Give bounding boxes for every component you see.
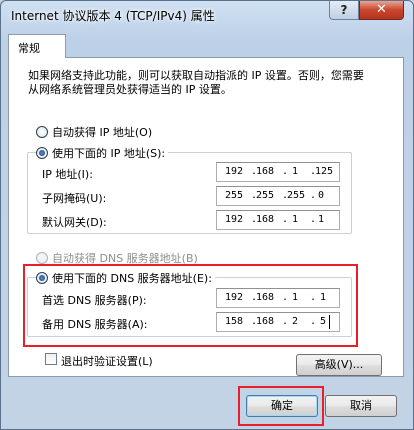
auto-dns-label: 自动获得 DNS 服务器地址(B) (52, 252, 198, 265)
octet-4: 0 (318, 190, 325, 201)
subnet-mask-label: 子网掩码(U): (42, 192, 107, 205)
preferred-dns-input[interactable]: 192 . 168 .1 .1 (216, 288, 340, 308)
octet-3: 1 (292, 292, 299, 303)
octet-4: 5 (320, 316, 327, 327)
octet-2: 255 (256, 190, 275, 201)
text-caret (329, 315, 330, 329)
octet-2: 168 (256, 316, 275, 327)
octet-3: 2 (292, 316, 299, 327)
octet-2: 168 (256, 292, 275, 303)
ip-address-input[interactable]: 192 . 168 .1 . 125 (216, 162, 340, 182)
alternate-dns-input[interactable]: 158 . 168 .2 .5 (216, 312, 340, 332)
octet-2: 168 (256, 166, 275, 177)
auto-dns-option[interactable]: 自动获得 DNS 服务器地址(B) (36, 250, 198, 266)
description-text: 如果网络支持此功能，则可以获取自动指派的 IP 设置。否则，您需要从网络系统管理… (28, 69, 364, 96)
manual-dns-radio[interactable] (36, 272, 48, 284)
octet-1: 192 (225, 214, 244, 225)
octet-3: 255 (287, 190, 306, 201)
default-gateway-label: 默认网关(D): (42, 216, 107, 229)
auto-ip-radio[interactable] (36, 126, 48, 138)
auto-dns-radio[interactable] (36, 252, 48, 264)
octet-3: 1 (292, 166, 299, 177)
octet-1: 192 (225, 292, 244, 303)
ip-address-label: IP 地址(I): (42, 168, 93, 181)
octet-2: 168 (256, 214, 275, 225)
tab-general[interactable]: 常规 (8, 34, 66, 58)
auto-ip-label: 自动获得 IP 地址(O) (52, 126, 153, 139)
subnet-mask-input[interactable]: 255 . 255 . 255 .0 (216, 186, 340, 206)
manual-dns-label: 使用下面的 DNS 服务器地址(E): (52, 272, 212, 285)
octet-1: 192 (225, 166, 244, 177)
help-button[interactable]: ? (329, 1, 359, 20)
octet-4: 125 (315, 166, 334, 177)
validate-checkbox[interactable] (45, 353, 57, 365)
close-icon: ✕ (376, 2, 387, 17)
manual-ip-radio[interactable] (36, 147, 48, 159)
default-gateway-input[interactable]: 192 . 168 .1 .1 (216, 210, 340, 230)
validate-label: 退出时验证设置(L) (61, 355, 153, 368)
help-icon: ? (340, 3, 348, 17)
title-bar[interactable]: Internet 协议版本 4 (TCP/IPv4) 属性 ? ✕ (1, 1, 413, 29)
manual-ip-label: 使用下面的 IP 地址(S): (52, 147, 166, 160)
preferred-dns-label: 首选 DNS 服务器(P): (42, 294, 147, 307)
octet-3: 1 (292, 214, 299, 225)
octet-4: 1 (318, 214, 325, 225)
octet-4: 1 (320, 292, 327, 303)
close-button[interactable]: ✕ (359, 1, 404, 20)
ok-button[interactable]: 确定 (246, 395, 318, 417)
manual-ip-option[interactable]: 使用下面的 IP 地址(S): (36, 145, 169, 161)
manual-dns-option[interactable]: 使用下面的 DNS 服务器地址(E): (36, 270, 215, 286)
octet-1: 158 (225, 316, 244, 327)
auto-ip-option[interactable]: 自动获得 IP 地址(O) (36, 124, 152, 140)
cancel-button[interactable]: 取消 (325, 395, 397, 417)
alternate-dns-label: 备用 DNS 服务器(A): (42, 318, 148, 331)
advanced-button[interactable]: 高级(V)... (296, 354, 382, 376)
window-title: Internet 协议版本 4 (TCP/IPv4) 属性 (11, 9, 215, 23)
octet-1: 255 (225, 190, 244, 201)
